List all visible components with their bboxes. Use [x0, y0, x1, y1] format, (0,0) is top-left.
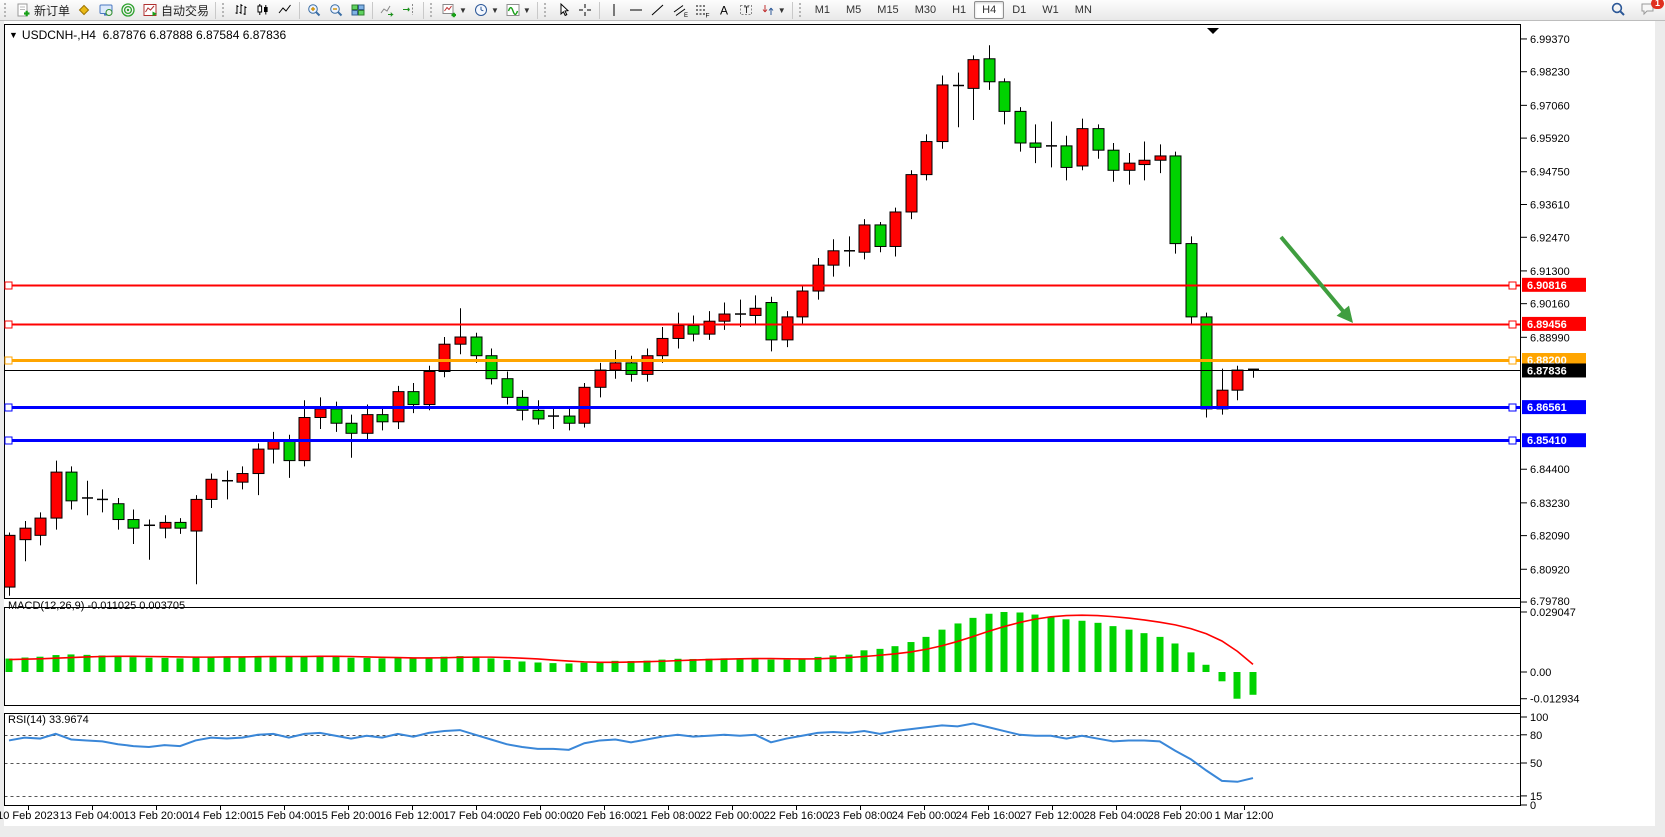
svg-text:6.84400: 6.84400	[1530, 464, 1570, 476]
svg-text:28 Feb 04:00: 28 Feb 04:00	[1084, 810, 1149, 822]
svg-text:6.97060: 6.97060	[1530, 100, 1570, 112]
hline-handle[interactable]	[5, 321, 12, 328]
chart-symbol-period: USDCNH-,H4	[22, 28, 96, 42]
hline-handle[interactable]	[1509, 357, 1516, 364]
svg-text:6.83230: 6.83230	[1530, 498, 1570, 510]
price-badge-6.90816: 6.90816	[1522, 278, 1586, 292]
svg-text:28 Feb 20:00: 28 Feb 20:00	[1148, 810, 1213, 822]
svg-text:6.98230: 6.98230	[1530, 67, 1570, 79]
svg-text:22 Feb 00:00: 22 Feb 00:00	[700, 810, 765, 822]
hline-handle[interactable]	[1509, 404, 1516, 411]
hline-handle[interactable]	[5, 357, 12, 364]
macd-indicator-label: MACD(12,26,9) -0.011025 0.003705	[8, 600, 185, 612]
hline-handle[interactable]	[5, 437, 12, 444]
svg-text:15 Feb 20:00: 15 Feb 20:00	[316, 810, 381, 822]
svg-text:20 Feb 00:00: 20 Feb 00:00	[508, 810, 573, 822]
price-badge-6.89456: 6.89456	[1522, 317, 1586, 331]
svg-text:6.92470: 6.92470	[1530, 232, 1570, 244]
svg-text:24 Feb 00:00: 24 Feb 00:00	[892, 810, 957, 822]
svg-text:16 Feb 12:00: 16 Feb 12:00	[380, 810, 445, 822]
svg-text:6.85410: 6.85410	[1527, 435, 1567, 447]
svg-text:27 Feb 12:00: 27 Feb 12:00	[1020, 810, 1085, 822]
svg-text:0.029047: 0.029047	[1530, 607, 1576, 619]
svg-text:6.82090: 6.82090	[1530, 531, 1570, 543]
price-badge-6.86561: 6.86561	[1522, 400, 1586, 414]
svg-text:6.90816: 6.90816	[1527, 280, 1567, 292]
svg-text:0: 0	[1530, 800, 1536, 812]
svg-text:23 Feb 08:00: 23 Feb 08:00	[828, 810, 893, 822]
svg-text:6.80920: 6.80920	[1530, 564, 1570, 576]
svg-text:80: 80	[1530, 730, 1542, 742]
svg-text:21 Feb 08:00: 21 Feb 08:00	[636, 810, 701, 822]
svg-text:6.95920: 6.95920	[1530, 133, 1570, 145]
rsi-indicator-label: RSI(14) 33.9674	[8, 714, 89, 726]
svg-text:50: 50	[1530, 758, 1542, 770]
chart-ohlc-values: 6.87876 6.87888 6.87584 6.87836	[103, 28, 287, 42]
svg-text:100: 100	[1530, 712, 1548, 724]
hline-handle[interactable]	[1509, 437, 1516, 444]
svg-text:0.00: 0.00	[1530, 667, 1551, 679]
chart-canvas[interactable]: 6.99370 6.98230 6.97060 6.95920 6.94750 6.936…	[0, 0, 1665, 837]
svg-text:6.87836: 6.87836	[1527, 365, 1567, 377]
price-badge-6.87836: 6.87836	[1522, 363, 1586, 377]
hline-handle[interactable]	[5, 282, 12, 289]
svg-text:6.94750: 6.94750	[1530, 167, 1570, 179]
svg-text:22 Feb 16:00: 22 Feb 16:00	[764, 810, 829, 822]
svg-text:24 Feb 16:00: 24 Feb 16:00	[956, 810, 1021, 822]
hline-handle[interactable]	[1509, 282, 1516, 289]
svg-text:14 Feb 12:00: 14 Feb 12:00	[188, 810, 253, 822]
svg-text:13 Feb 20:00: 13 Feb 20:00	[124, 810, 189, 822]
svg-text:6.93610: 6.93610	[1530, 200, 1570, 212]
collapse-chart-icon[interactable]: ▼	[9, 30, 18, 40]
price-badge-6.85410: 6.85410	[1522, 433, 1586, 447]
svg-text:6.88990: 6.88990	[1530, 332, 1570, 344]
svg-text:1 Mar 12:00: 1 Mar 12:00	[1215, 810, 1274, 822]
svg-text:10 Feb 2023: 10 Feb 2023	[0, 810, 59, 822]
svg-text:6.99370: 6.99370	[1530, 34, 1570, 46]
svg-text:15 Feb 04:00: 15 Feb 04:00	[252, 810, 317, 822]
hline-handle[interactable]	[5, 404, 12, 411]
hline-handle[interactable]	[1509, 321, 1516, 328]
svg-text:6.90160: 6.90160	[1530, 299, 1570, 311]
chart-title: ▼ USDCNH-,H4 6.87876 6.87888 6.87584 6.87…	[9, 27, 286, 42]
svg-text:17 Feb 04:00: 17 Feb 04:00	[444, 810, 509, 822]
svg-text:13 Feb 04:00: 13 Feb 04:00	[60, 810, 125, 822]
svg-text:-0.012934: -0.012934	[1530, 694, 1580, 706]
svg-text:6.91300: 6.91300	[1530, 266, 1570, 278]
svg-text:6.86561: 6.86561	[1527, 402, 1567, 414]
svg-text:6.89456: 6.89456	[1527, 319, 1567, 331]
svg-text:20 Feb 16:00: 20 Feb 16:00	[572, 810, 637, 822]
